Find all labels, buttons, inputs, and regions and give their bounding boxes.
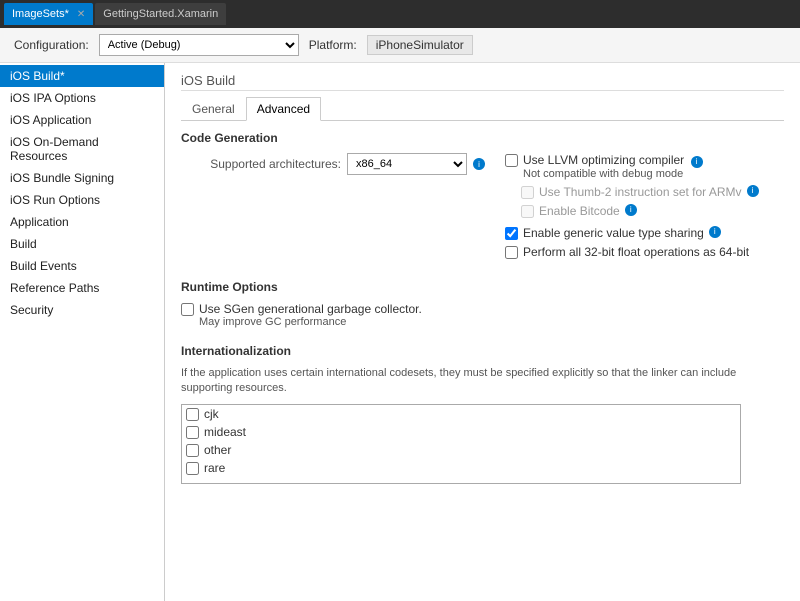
other-label: other: [204, 443, 231, 457]
generic-value-row: Enable generic value type sharing i: [505, 226, 784, 240]
other-checkbox[interactable]: [186, 444, 199, 457]
sidebar-item-build[interactable]: Build: [0, 233, 164, 255]
config-bar: Configuration: Active (Debug) Platform: …: [0, 28, 800, 63]
sidebar-item-ios-application[interactable]: iOS Application: [0, 109, 164, 131]
sidebar-item-ios-ipa[interactable]: iOS IPA Options: [0, 87, 164, 109]
runtime-header: Runtime Options: [181, 280, 784, 294]
page-tabs: General Advanced: [181, 97, 784, 121]
cjk-checkbox[interactable]: [186, 408, 199, 421]
list-item-cjk: cjk: [182, 405, 740, 423]
bitcode-info-icon[interactable]: i: [625, 204, 637, 216]
bitcode-row: Enable Bitcode i: [521, 204, 784, 218]
sidebar-item-ios-run[interactable]: iOS Run Options: [0, 189, 164, 211]
content-area: iOS Build General Advanced Code Generati…: [165, 63, 800, 601]
rare-label: rare: [204, 461, 225, 475]
cjk-label: cjk: [204, 407, 219, 421]
ios-build-title: iOS Build: [181, 73, 784, 88]
sidebar-item-application[interactable]: Application: [0, 211, 164, 233]
intl-header: Internationalization: [181, 344, 784, 358]
main-area: iOS Build* iOS IPA Options iOS Applicati…: [0, 63, 800, 601]
thumb2-row: Use Thumb-2 instruction set for ARMv i: [521, 185, 784, 199]
section-divider: [181, 90, 784, 91]
arch-select[interactable]: x86_64: [347, 153, 467, 175]
mideast-checkbox[interactable]: [186, 426, 199, 439]
llvm-label-group: Use LLVM optimizing compiler i Not compa…: [523, 153, 703, 180]
sidebar-item-build-events[interactable]: Build Events: [0, 255, 164, 277]
runtime-section: Runtime Options Use SGen generational ga…: [181, 280, 784, 328]
thumb2-checkbox[interactable]: [521, 186, 534, 199]
list-item-rare: rare: [182, 459, 740, 477]
llvm-label: Use LLVM optimizing compiler: [523, 153, 684, 167]
intl-list-container: cjk mideast other rare: [181, 404, 741, 484]
sgen-row: Use SGen generational garbage collector.…: [181, 302, 784, 328]
list-item-mideast: mideast: [182, 423, 740, 441]
platform-value: iPhoneSimulator: [367, 35, 473, 55]
sidebar: iOS Build* iOS IPA Options iOS Applicati…: [0, 63, 165, 601]
bitcode-label: Enable Bitcode: [539, 204, 620, 218]
llvm-info-icon[interactable]: i: [691, 156, 703, 168]
sgen-label: Use SGen generational garbage collector.: [199, 302, 422, 316]
sgen-label-group: Use SGen generational garbage collector.…: [199, 302, 422, 328]
code-gen-left: Supported architectures: x86_64 i: [181, 153, 485, 264]
llvm-row: Use LLVM optimizing compiler i Not compa…: [505, 153, 784, 180]
list-item-other: other: [182, 441, 740, 459]
generic-value-row-spacer: Enable generic value type sharing i Perf…: [505, 226, 784, 259]
rare-checkbox[interactable]: [186, 462, 199, 475]
main-window: ImageSets* ✕ GettingStarted.Xamarin Conf…: [0, 0, 800, 601]
arch-label: Supported architectures:: [181, 157, 341, 171]
tab-general[interactable]: General: [181, 97, 246, 120]
code-generation-section: Code Generation Supported architectures:…: [181, 131, 784, 264]
mideast-label: mideast: [204, 425, 246, 439]
float32-checkbox[interactable]: [505, 246, 518, 259]
config-label: Configuration:: [14, 38, 89, 52]
llvm-checkbox[interactable]: [505, 154, 518, 167]
arch-row: Supported architectures: x86_64 i: [181, 153, 485, 175]
thumb2-label: Use Thumb-2 instruction set for ARMv: [539, 185, 742, 199]
generic-value-info-icon[interactable]: i: [709, 226, 721, 238]
sidebar-item-ios-on-demand[interactable]: iOS On-Demand Resources: [0, 131, 164, 167]
tab-imagesets-close[interactable]: ✕: [77, 9, 85, 20]
sidebar-item-ios-build[interactable]: iOS Build*: [0, 65, 164, 87]
intl-description: If the application uses certain internat…: [181, 366, 784, 397]
tab-bar: ImageSets* ✕ GettingStarted.Xamarin: [0, 0, 800, 28]
code-gen-right: Use LLVM optimizing compiler i Not compa…: [505, 153, 784, 264]
sidebar-item-ios-bundle[interactable]: iOS Bundle Signing: [0, 167, 164, 189]
tab-gettingstarted[interactable]: GettingStarted.Xamarin: [95, 3, 226, 25]
llvm-note: Not compatible with debug mode: [523, 168, 703, 180]
generic-value-label: Enable generic value type sharing: [523, 226, 704, 240]
sidebar-item-reference-paths[interactable]: Reference Paths: [0, 277, 164, 299]
tab-gettingstarted-label: GettingStarted.Xamarin: [103, 8, 218, 20]
bitcode-checkbox[interactable]: [521, 205, 534, 218]
float32-label: Perform all 32-bit float operations as 6…: [523, 245, 749, 259]
platform-label: Platform:: [309, 38, 357, 52]
intl-list[interactable]: cjk mideast other rare: [181, 404, 741, 484]
tab-imagesets[interactable]: ImageSets* ✕: [4, 3, 93, 25]
generic-value-checkbox[interactable]: [505, 227, 518, 240]
arch-info-icon[interactable]: i: [473, 158, 485, 170]
code-generation-header: Code Generation: [181, 131, 784, 145]
intl-section: Internationalization If the application …: [181, 344, 784, 485]
tab-advanced[interactable]: Advanced: [246, 97, 321, 121]
sidebar-item-security[interactable]: Security: [0, 299, 164, 321]
float32-row: Perform all 32-bit float operations as 6…: [505, 245, 784, 259]
code-gen-columns: Supported architectures: x86_64 i Use LL…: [181, 153, 784, 264]
thumb2-info-icon[interactable]: i: [747, 185, 759, 197]
sgen-checkbox[interactable]: [181, 303, 194, 316]
tab-imagesets-label: ImageSets*: [12, 8, 69, 20]
config-select[interactable]: Active (Debug): [99, 34, 299, 56]
sgen-note: May improve GC performance: [199, 316, 422, 328]
